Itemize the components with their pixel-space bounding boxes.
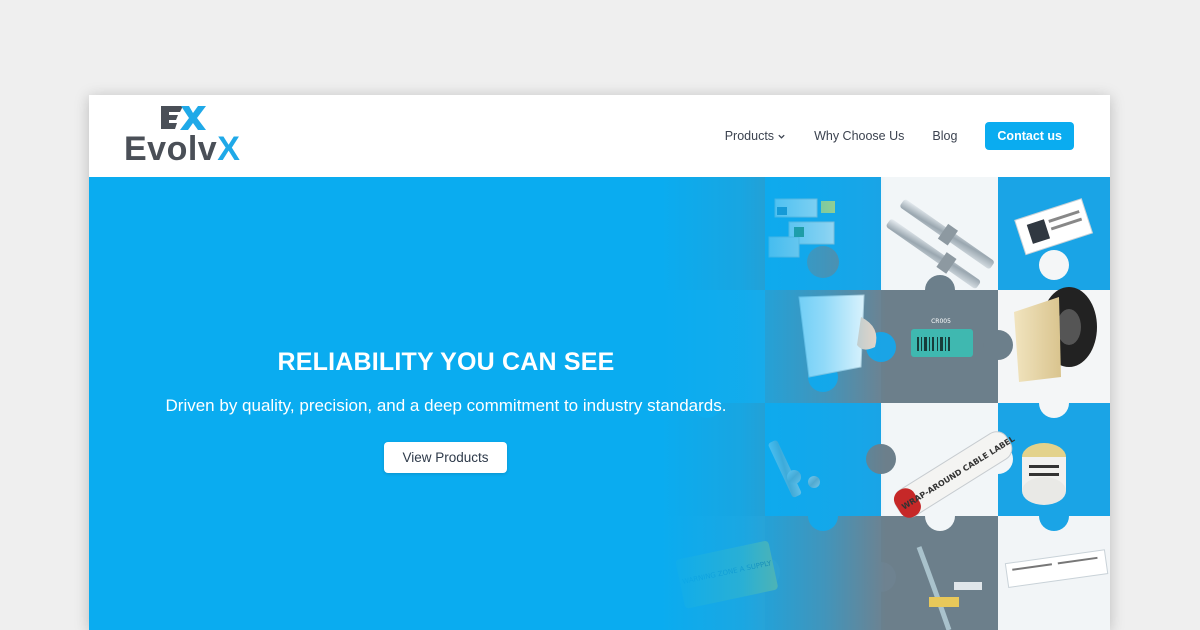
hero-title: RELIABILITY YOU CAN SEE (277, 348, 615, 376)
logo-mark-icon (161, 106, 206, 130)
main-nav: Products Why Choose Us Blog Contact us (725, 122, 1074, 150)
browser-page: EvolvX Products Why Choose Us Blog Conta… (89, 95, 1110, 630)
collage-tag-label: CR005 (931, 318, 951, 325)
logo-text-x: X (217, 130, 241, 168)
logo-text-evolv: Evolv (124, 130, 218, 168)
hero-subtitle: Driven by quality, precision, and a deep… (165, 396, 727, 415)
chevron-down-icon (778, 134, 785, 139)
nav-products-label: Products (724, 129, 775, 143)
site-header: EvolvX Products Why Choose Us Blog Conta… (89, 95, 1110, 177)
hero-section: CR005 WRAP-AROUND CABLE LABEL WARNING ZO… (89, 177, 1110, 630)
nav-products[interactable]: Products (725, 129, 786, 143)
contact-us-button[interactable]: Contact us (985, 122, 1074, 150)
logo-wordmark: EvolvX (124, 131, 240, 167)
nav-blog[interactable]: Blog (932, 129, 957, 143)
logo[interactable]: EvolvX (124, 103, 249, 169)
view-products-button[interactable]: View Products (384, 442, 507, 473)
nav-why-choose-us[interactable]: Why Choose Us (814, 129, 904, 143)
